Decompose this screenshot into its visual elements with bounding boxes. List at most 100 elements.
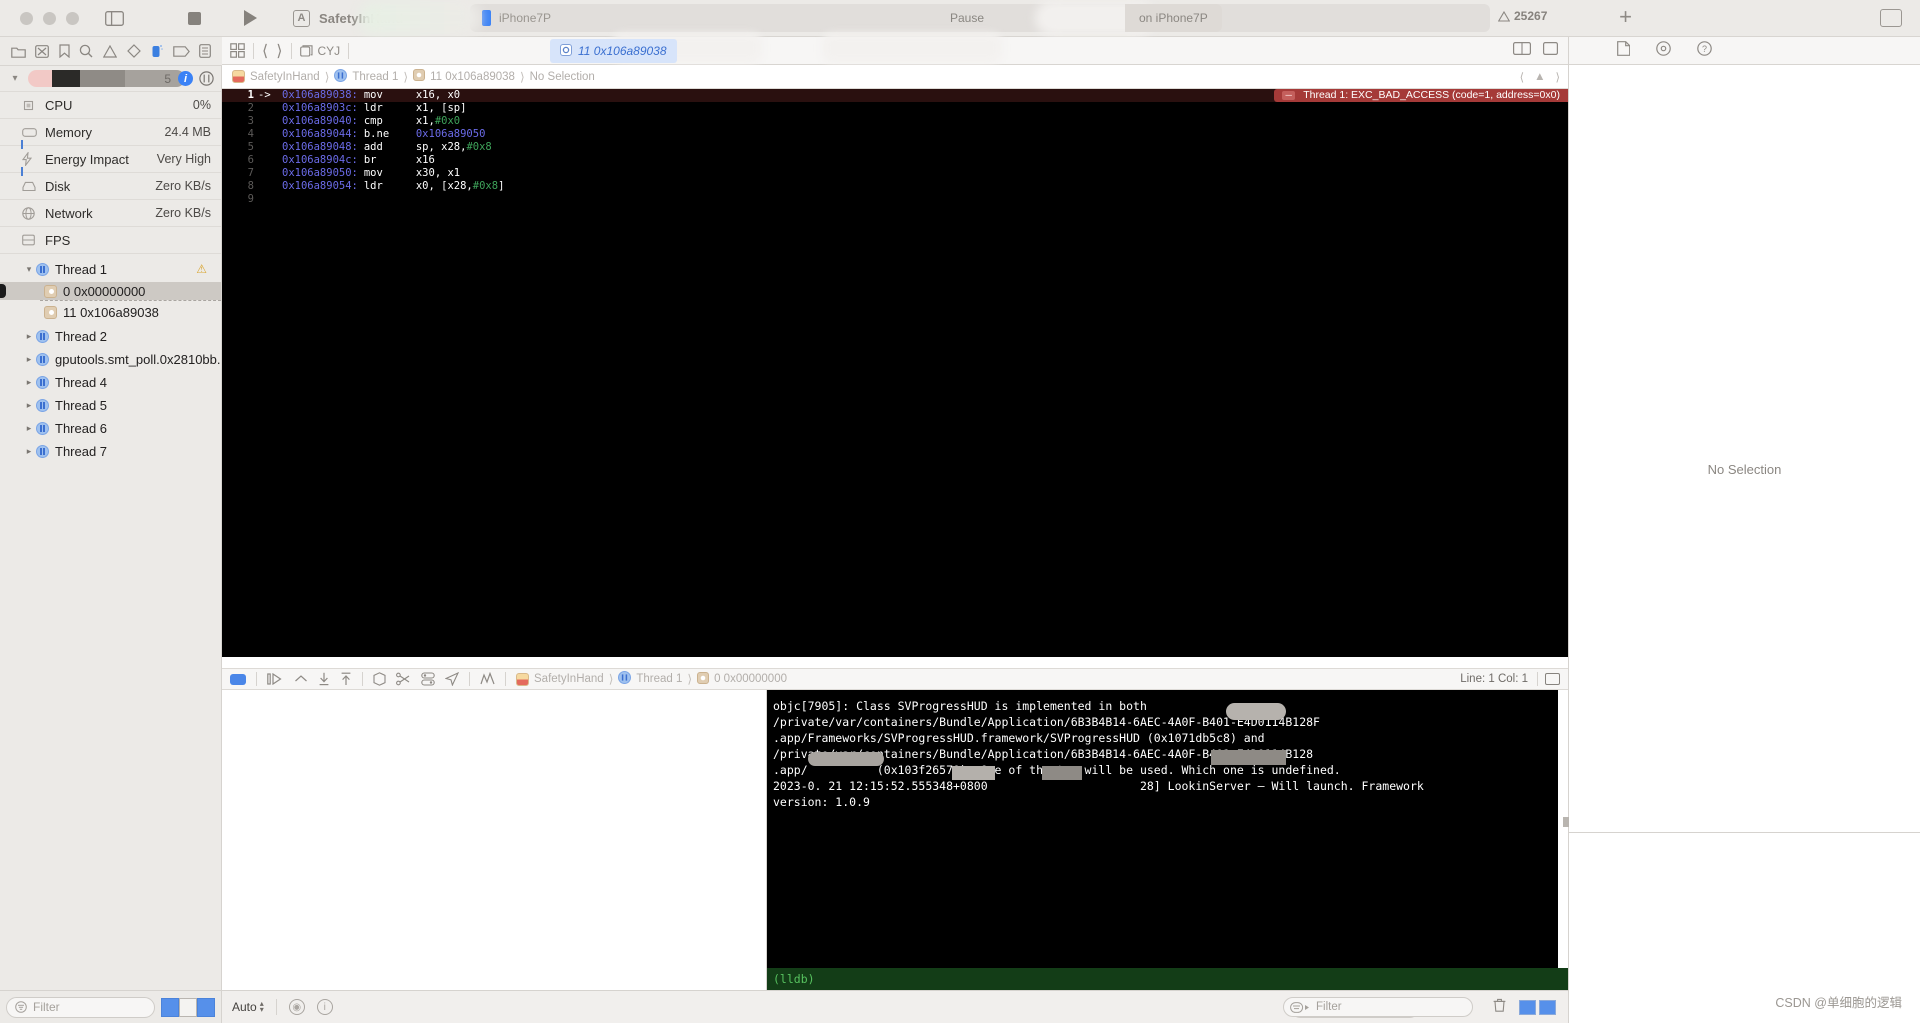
memory-graph-icon[interactable]	[396, 672, 411, 686]
jumpbar-right-controls[interactable]	[1513, 41, 1559, 60]
show-variables-toggle[interactable]	[1519, 999, 1536, 1015]
metric-row-fps[interactable]: FPS	[0, 227, 221, 254]
forward-chevron-icon[interactable]: ⟩	[276, 41, 282, 61]
source-control-icon[interactable]	[35, 44, 50, 58]
breadcrumb-item-frame[interactable]: 11 0x106a89038	[413, 69, 515, 84]
console-filter-field[interactable]: Filter	[1283, 997, 1473, 1017]
navigator-scope-buttons[interactable]	[161, 997, 215, 1017]
tree-row-thread-gputools[interactable]: ▸ gputools.smt_poll.0x2810bb...	[0, 350, 221, 368]
help-icon[interactable]: ?	[1697, 40, 1712, 61]
console-view[interactable]: objc[7905]: Class SVProgressHUD is imple…	[767, 690, 1568, 990]
tree-row-thread-2[interactable]: ▸ Thread 2	[0, 327, 221, 345]
assembly-editor[interactable]: 1 -> 0x106a89038: mov x16, x0 ─ Thread 1…	[222, 89, 1568, 657]
gpu-debug-icon[interactable]	[480, 672, 495, 686]
search-icon[interactable]	[79, 44, 93, 58]
editor-jump-bar[interactable]: ⟨ ⟩ CYJ 11 0x106a89038	[222, 33, 1568, 65]
editor-tab-active[interactable]: 11 0x106a89038	[550, 39, 677, 63]
tree-row-frame-11[interactable]: 11 0x106a89038	[0, 303, 221, 321]
run-button[interactable]	[237, 7, 263, 29]
debug-navigator[interactable]: ▾ 5 i CPU 0% Memory 24.4 MB Energy Impac…	[0, 66, 222, 990]
tree-row-thread-5[interactable]: ▸ Thread 5	[0, 396, 221, 414]
scope-button-3[interactable]	[197, 997, 215, 1017]
disclosure-twisty-open[interactable]: ▾	[22, 264, 36, 275]
info-icon[interactable]: i	[316, 999, 333, 1015]
thread-glyph-icon[interactable]	[199, 71, 214, 91]
disclosure-twisty-closed[interactable]: ▸	[22, 423, 36, 434]
environment-overrides-icon[interactable]	[421, 672, 435, 686]
disclosure-twisty-closed[interactable]: ▸	[22, 446, 36, 457]
simulate-location-icon[interactable]	[445, 672, 459, 686]
file-inspector-icon[interactable]	[1617, 40, 1631, 61]
process-gauge-row[interactable]: ▾ 5 i	[0, 66, 221, 92]
zoom-button[interactable]	[66, 11, 79, 25]
folder-icon[interactable]	[10, 45, 26, 58]
debug-bar[interactable]: SafetyInHand ⟩ Thread 1 ⟩ 0 0x00000000 L…	[222, 668, 1568, 690]
asm-line[interactable]: 6 0x106a8904c: br x16	[222, 154, 1568, 167]
metric-row-energy[interactable]: Energy Impact Very High	[0, 146, 221, 176]
breadcrumb[interactable]: SafetyInHand ⟩ Thread 1 ⟩ 11 0x106a89038…	[222, 65, 1568, 89]
minimize-button[interactable]	[43, 11, 56, 25]
asm-line[interactable]: 1 -> 0x106a89038: mov x16, x0 ─ Thread 1…	[222, 89, 1568, 102]
issue-warning-icon[interactable]	[102, 44, 117, 58]
disclosure-twisty-open[interactable]: ▾	[8, 73, 22, 84]
trash-icon[interactable]	[1493, 998, 1506, 1017]
next-issue-icon[interactable]: ⟩	[1556, 70, 1561, 84]
utilities-inspector[interactable]: ? No Selection CSDN @单细胞的逻辑	[1563, 37, 1920, 1023]
standard-editor-icon[interactable]	[1513, 41, 1531, 60]
bookmark-icon[interactable]	[59, 44, 70, 58]
tree-row-thread-7[interactable]: ▸ Thread 7	[0, 442, 221, 460]
test-diamond-icon[interactable]	[126, 44, 141, 58]
jumpbar-project-chip[interactable]: CYJ	[299, 44, 340, 58]
tree-row-thread-1[interactable]: ▾ Thread 1 ⚠	[0, 260, 221, 278]
asm-line[interactable]: 7 0x106a89050: mov x30, x1	[222, 167, 1568, 180]
eye-icon[interactable]: ◉	[288, 999, 305, 1015]
asm-line[interactable]: 3 0x106a89040: cmp x1, #0x0	[222, 115, 1568, 128]
window-traffic-lights[interactable]	[0, 11, 79, 25]
debug-breadcrumb[interactable]: SafetyInHand ⟩ Thread 1 ⟩ 0 0x00000000	[516, 671, 787, 687]
error-banner[interactable]: ─ Thread 1: EXC_BAD_ACCESS (code=1, addr…	[1274, 89, 1568, 102]
scope-button-2[interactable]	[179, 997, 197, 1017]
asm-line[interactable]: 4 0x106a89044: b.ne 0x106a89050	[222, 128, 1568, 141]
tree-row-thread-6[interactable]: ▸ Thread 6	[0, 419, 221, 437]
variables-view[interactable]	[222, 690, 767, 990]
info-icon[interactable]: i	[178, 71, 193, 86]
asm-line[interactable]: 8 0x106a89054: ldr x0, [x28, #0x8 ]	[222, 180, 1568, 193]
asm-line[interactable]: 2 0x106a8903c: ldr x1, [sp]	[222, 102, 1568, 115]
step-into-icon[interactable]	[294, 673, 308, 685]
debug-area[interactable]: objc[7905]: Class SVProgressHUD is imple…	[222, 690, 1568, 990]
metric-row-memory[interactable]: Memory 24.4 MB	[0, 119, 221, 149]
inspector-selector-bar[interactable]: ?	[1569, 37, 1920, 65]
warning-count-chip[interactable]: 25267	[1498, 9, 1547, 23]
quick-help-icon[interactable]	[1656, 40, 1671, 61]
issue-warning-icon[interactable]: ▲	[1534, 71, 1545, 83]
breadcrumb-item-thread[interactable]: Thread 1	[334, 68, 398, 85]
view-hierarchy-icon[interactable]	[373, 672, 386, 686]
disclosure-twisty-closed[interactable]: ▸	[22, 354, 36, 365]
breadcrumb-nav-controls[interactable]: ⟨ ▲ ⟩	[1520, 70, 1560, 84]
navigator-filter-bar[interactable]: Filter	[0, 990, 222, 1023]
metric-row-cpu[interactable]: CPU 0%	[0, 92, 221, 119]
back-chevron-icon[interactable]: ⟨	[262, 41, 268, 61]
step-out-top-icon[interactable]	[340, 672, 352, 686]
collapse-icon[interactable]: ─	[1282, 91, 1296, 100]
asm-line[interactable]: 9	[222, 193, 1568, 206]
continue-icon[interactable]	[230, 673, 246, 685]
debug-area-footer[interactable]: Auto ▴▾ ◉ i Filter Filter	[222, 990, 1568, 1023]
report-icon[interactable]	[199, 44, 212, 58]
debug-gauge-icon[interactable]	[150, 44, 163, 58]
inspector-resize-handle[interactable]	[1563, 817, 1569, 827]
related-items-icon[interactable]	[230, 43, 245, 58]
step-over-icon[interactable]	[267, 673, 284, 685]
tree-row-thread-4[interactable]: ▸ Thread 4	[0, 373, 221, 391]
metric-row-disk[interactable]: Disk Zero KB/s	[0, 173, 221, 200]
disclosure-twisty-closed[interactable]: ▸	[22, 400, 36, 411]
step-out-icon[interactable]	[318, 672, 330, 686]
breadcrumb-item-selection[interactable]: No Selection	[530, 71, 595, 83]
tree-row-frame-0[interactable]: 0 0x00000000	[0, 282, 221, 300]
hide-debug-area-icon[interactable]	[1545, 673, 1560, 685]
disclosure-twisty-closed[interactable]: ▸	[22, 377, 36, 388]
plus-icon[interactable]: +	[1619, 6, 1632, 28]
inspector-toggle-icon[interactable]	[1880, 9, 1902, 27]
scope-button-1[interactable]	[161, 997, 179, 1017]
disclosure-twisty-closed[interactable]: ▸	[22, 331, 36, 342]
